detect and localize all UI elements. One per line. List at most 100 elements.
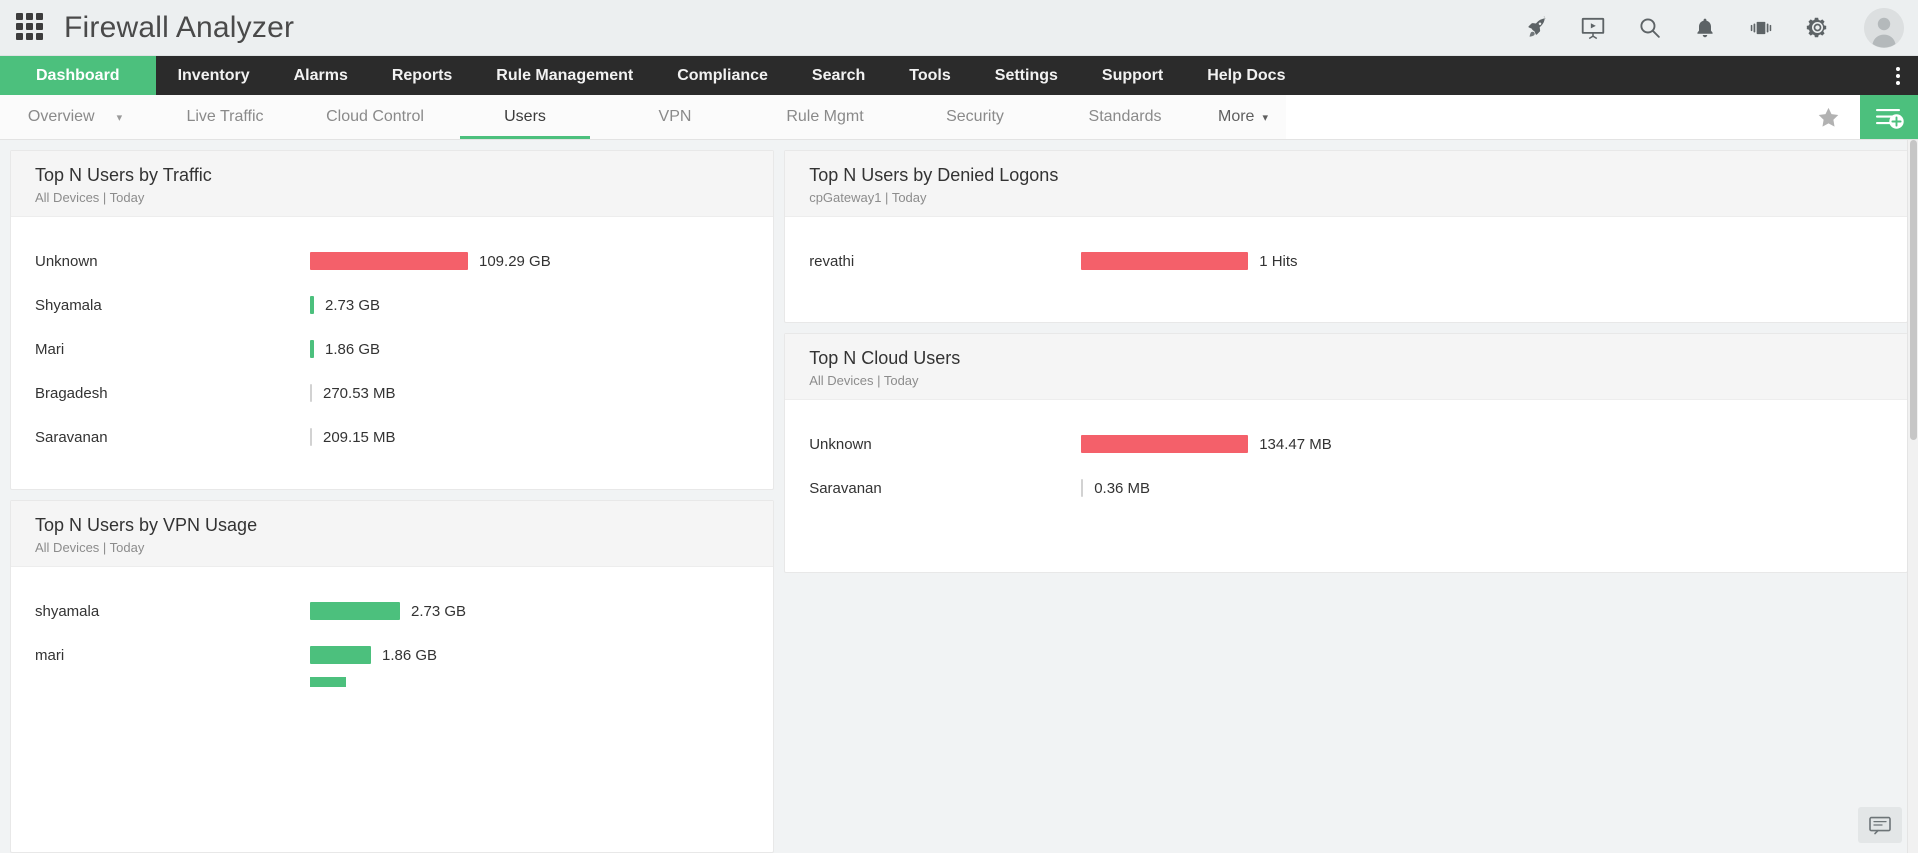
- bar-track: 109.29 GB: [310, 252, 749, 271]
- nav-item-inventory[interactable]: Inventory: [156, 56, 272, 95]
- bar-track: 2.73 GB: [310, 602, 749, 621]
- bar-category-label: Bragadesh: [35, 384, 108, 402]
- vertical-scrollbar[interactable]: [1907, 140, 1918, 853]
- bar-fill[interactable]: [310, 602, 400, 621]
- rocket-icon[interactable]: [1524, 15, 1550, 41]
- header-actions: [1524, 7, 1904, 48]
- chart-bar-row[interactable]: Unknown 109.29 GB: [35, 239, 749, 283]
- chart-bar-row[interactable]: Mari 1.86 GB: [35, 327, 749, 371]
- overflow-menu-icon[interactable]: [1878, 56, 1918, 95]
- bar-track: 1.86 GB: [310, 340, 749, 359]
- tab-more[interactable]: More ▾: [1200, 95, 1286, 139]
- nav-item-compliance[interactable]: Compliance: [655, 56, 790, 95]
- tab-live-traffic[interactable]: Live Traffic: [150, 95, 300, 139]
- dashboard-content: Top N Users by Traffic All Devices | Tod…: [0, 140, 1918, 853]
- add-widget-button[interactable]: [1860, 95, 1918, 139]
- bar-track: 2.73 GB: [310, 296, 749, 315]
- app-header: Firewall Analyzer: [0, 0, 1918, 56]
- nav-label: Settings: [994, 66, 1058, 84]
- bar-fill[interactable]: [310, 296, 314, 315]
- bar-fill[interactable]: [310, 252, 468, 271]
- widget-subtitle: All Devices | Today: [35, 190, 145, 206]
- chart-bar-row[interactable]: Saravanan 0.36 MB: [809, 466, 1883, 510]
- favorite-star-icon[interactable]: [1796, 95, 1860, 139]
- tab-security[interactable]: Security: [900, 95, 1050, 139]
- widget-users-by-denied-logons: Top N Users by Denied Logons cpGateway1 …: [784, 150, 1908, 323]
- tab-cloud-control[interactable]: Cloud Control: [300, 95, 450, 139]
- widget-title: Top N Users by Traffic: [35, 165, 212, 185]
- avatar[interactable]: [1860, 7, 1904, 48]
- bar-category-label: revathi: [809, 252, 855, 270]
- nav-item-rule-management[interactable]: Rule Management: [474, 56, 655, 95]
- chart-bar-row-partial[interactable]: [35, 677, 749, 688]
- widget-subtitle: cpGateway1 | Today: [809, 190, 927, 206]
- search-icon[interactable]: [1636, 15, 1662, 41]
- tab-standards[interactable]: Standards: [1050, 95, 1200, 139]
- tab-users[interactable]: Users: [450, 95, 600, 139]
- bar-track: 209.15 MB: [310, 428, 749, 447]
- tab-label: Live Traffic: [186, 108, 264, 125]
- bar-fill[interactable]: [310, 646, 371, 665]
- slides-icon[interactable]: [1748, 15, 1774, 41]
- tab-rule-mgmt[interactable]: Rule Mgmt: [750, 95, 900, 139]
- bar-category-label: Mari: [35, 340, 65, 358]
- chart-bar-row[interactable]: shyamala 2.73 GB: [35, 589, 749, 633]
- bar-track: 0.36 MB: [1081, 479, 1883, 498]
- widget-header: Top N Users by Denied Logons cpGateway1 …: [785, 151, 1907, 218]
- main-navigation: Dashboard Inventory Alarms Reports Rule …: [0, 56, 1918, 95]
- page-title: Firewall Analyzer: [64, 10, 295, 44]
- chart-bar-row[interactable]: revathi 1 Hits: [809, 239, 1883, 283]
- nav-item-dashboard[interactable]: Dashboard: [0, 56, 156, 95]
- nav-item-tools[interactable]: Tools: [887, 56, 972, 95]
- widget-users-by-traffic: Top N Users by Traffic All Devices | Tod…: [10, 150, 775, 490]
- nav-label: Search: [811, 66, 866, 84]
- bar-fill[interactable]: [310, 428, 312, 447]
- bar-category-label: Unknown: [35, 252, 98, 270]
- dashboard-tabs: Overview ▾ Live Traffic Cloud Control Us…: [0, 95, 1918, 140]
- tab-label: Users: [504, 108, 546, 125]
- bar-category-label: Unknown: [809, 435, 872, 453]
- widget-header: Top N Cloud Users All Devices | Today: [785, 334, 1907, 401]
- tab-overview[interactable]: Overview ▾: [0, 95, 150, 139]
- bell-icon[interactable]: [1692, 15, 1718, 41]
- bar-fill[interactable]: [310, 384, 312, 403]
- tab-vpn[interactable]: VPN: [600, 95, 750, 139]
- nav-item-support[interactable]: Support: [1080, 56, 1185, 95]
- widget-subtitle: All Devices | Today: [809, 373, 919, 389]
- nav-label: Dashboard: [36, 66, 120, 84]
- widget-header: Top N Users by Traffic All Devices | Tod…: [11, 151, 774, 218]
- scrollbar-thumb[interactable]: [1910, 140, 1917, 440]
- bar-fill[interactable]: [310, 340, 314, 359]
- widget-chart-body: shyamala 2.73 GB mari 1.86 GB: [11, 567, 773, 852]
- bar-fill[interactable]: [1081, 435, 1249, 454]
- chart-bar-row[interactable]: mari 1.86 GB: [35, 633, 749, 677]
- chart-bar-row[interactable]: Unknown 134.47 MB: [809, 422, 1883, 466]
- nav-item-reports[interactable]: Reports: [370, 56, 474, 95]
- nav-item-settings[interactable]: Settings: [973, 56, 1080, 95]
- tab-label: Overview: [27, 108, 95, 125]
- nav-item-alarms[interactable]: Alarms: [272, 56, 370, 95]
- widget-title: Top N Cloud Users: [809, 348, 961, 368]
- chart-bar-row[interactable]: Saravanan 209.15 MB: [35, 415, 749, 459]
- widget-title: Top N Users by VPN Usage: [35, 515, 258, 535]
- widget-title: Top N Users by Denied Logons: [809, 165, 1059, 185]
- nav-label: Reports: [391, 66, 453, 84]
- bar-fill[interactable]: [310, 677, 346, 688]
- nav-item-search[interactable]: Search: [790, 56, 887, 95]
- bar-value-label: 2.73 GB: [411, 602, 467, 620]
- bar-fill[interactable]: [1081, 479, 1084, 498]
- widget-cloud-users: Top N Cloud Users All Devices | Today Un…: [784, 333, 1908, 573]
- chat-support-icon[interactable]: [1858, 807, 1902, 843]
- chart-bar-row[interactable]: Bragadesh 270.53 MB: [35, 371, 749, 415]
- apps-grid-icon[interactable]: [16, 12, 46, 43]
- chart-bar-row[interactable]: Shyamala 2.73 GB: [35, 283, 749, 327]
- nav-item-help-docs[interactable]: Help Docs: [1185, 56, 1307, 95]
- nav-label: Support: [1101, 66, 1164, 84]
- bar-fill[interactable]: [1081, 252, 1249, 271]
- chevron-down-icon: ▾: [116, 111, 123, 124]
- presentation-icon[interactable]: [1580, 15, 1606, 41]
- tab-label: Cloud Control: [326, 108, 424, 125]
- gear-icon[interactable]: [1804, 15, 1830, 41]
- bar-value-label: 1.86 GB: [382, 646, 438, 664]
- bar-value-label: 134.47 MB: [1259, 435, 1332, 453]
